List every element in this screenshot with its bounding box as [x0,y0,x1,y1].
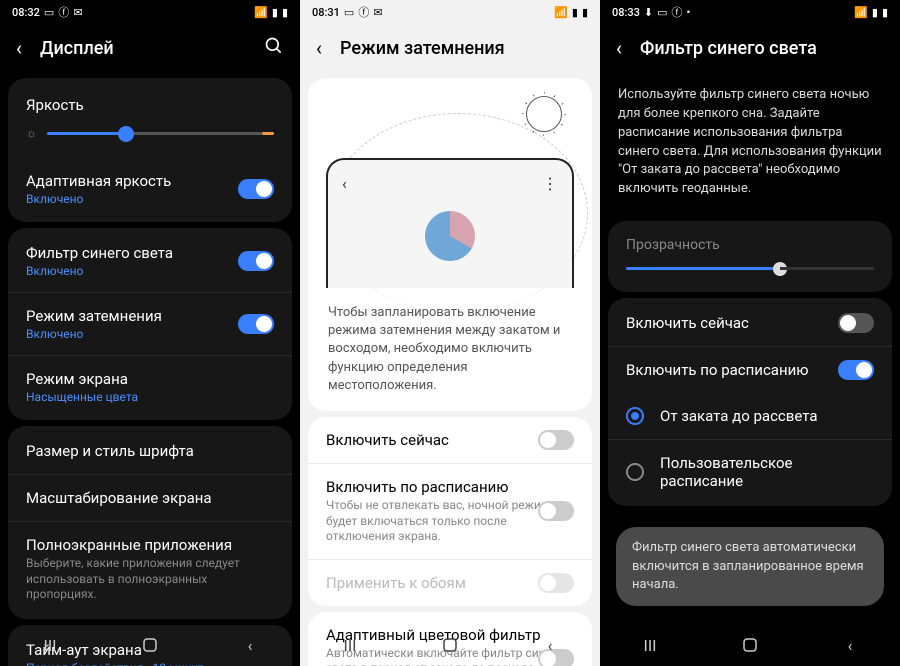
facebook-icon: ⓕ [358,4,369,20]
screen-mode-row[interactable]: Режим экрана Насыщенные цвета [8,355,292,418]
messenger-icon: ✉ [73,6,82,19]
signal-icon: ▮ [572,6,578,19]
description: Используйте фильтр синего света ночью дл… [600,72,900,215]
facebook-icon: ⓕ [58,4,69,20]
enable-schedule-toggle[interactable] [538,501,574,521]
adaptive-brightness-toggle[interactable] [238,179,274,199]
nav-recents[interactable]: III [40,635,60,655]
schedule-card: Включить сейчас Включить по расписанию О… [608,298,892,506]
text-card: Размер и стиль шрифта Масштабирование эк… [8,426,292,619]
status-bar: 08:32 ▭ ⓕ ✉ 📶 ▮ ▮ [0,0,300,24]
status-bar: 08:31 ▭ ⓕ ✉ 📶 ▮ ▮ [300,0,600,24]
enable-now-row[interactable]: Включить сейчас [608,300,892,346]
blue-filter-toggle[interactable] [238,251,274,271]
wifi-icon: 📶 [854,6,868,19]
notif-icon: ▭ [344,6,354,19]
header: ‹ Дисплей [0,24,300,72]
apply-wallpaper-row: Применить к обоям [308,559,592,606]
apply-wallpaper-toggle [538,573,574,593]
enable-schedule-toggle[interactable] [838,360,874,380]
brightness-card: Яркость ☼ Адаптивная яркость Включено [8,78,292,222]
nav-home[interactable] [440,635,460,655]
status-time: 08:32 [12,6,40,19]
display-modes-card: Фильтр синего света Включено Режим затем… [8,228,292,420]
radio-sunset[interactable] [626,407,644,425]
preview-back-icon: ‹ [342,174,347,193]
back-icon[interactable]: ‹ [616,36,622,60]
signal-icon: ▮ [272,6,278,19]
zoom-row[interactable]: Масштабирование экрана [8,474,292,521]
enable-now-toggle[interactable] [538,430,574,450]
enable-schedule-row[interactable]: Включить по расписанию [608,346,892,393]
radio-sunset-row[interactable]: От заката до рассвета [608,393,892,439]
sun-icon [526,96,562,132]
phone-preview: ‹ ⋮ [326,158,574,288]
brightness-label: Яркость [26,96,274,114]
nav-home[interactable] [740,635,760,655]
nav-recents[interactable]: III [640,635,660,655]
nav-back[interactable]: ‹ [840,635,860,655]
battery-icon: ▮ [882,6,888,19]
toast: Фильтр синего света автоматически включи… [616,527,884,606]
back-icon[interactable]: ‹ [16,36,22,60]
toggles-card: Включить сейчас Включить по расписанию Ч… [308,417,592,606]
opacity-slider[interactable] [626,267,874,270]
nav-back[interactable]: ‹ [540,635,560,655]
sun-dim-icon: ☼ [26,126,37,140]
notif-icon: ▭ [44,6,54,19]
pie-chart-icon [425,211,475,261]
notif-icon: ▭ [657,6,667,19]
nav-bar: III ‹ [600,624,900,666]
panel-blue-filter: 08:33 ⬇ ▭ ⓕ • 📶 ▮ ▮ ‹ Фильтр синего свет… [600,0,900,666]
page-title: Дисплей [40,38,246,59]
nav-home[interactable] [140,635,160,655]
fullscreen-row[interactable]: Полноэкранные приложения Выберите, какие… [8,521,292,617]
messenger-icon: ✉ [373,6,382,19]
status-time: 08:33 [612,6,640,19]
header: ‹ Режим затемнения [300,24,600,72]
search-icon[interactable] [264,36,284,60]
nav-bar: III ‹ [0,624,300,666]
blue-filter-row[interactable]: Фильтр синего света Включено [8,230,292,292]
page-title: Режим затемнения [340,38,584,59]
enable-now-row[interactable]: Включить сейчас [308,417,592,463]
status-bar: 08:33 ⬇ ▭ ⓕ • 📶 ▮ ▮ [600,0,900,24]
illustration-card: ‹ ⋮ Чтобы запланировать включение режима… [308,78,592,411]
preview-more-icon: ⋮ [542,174,558,193]
status-time: 08:31 [312,6,340,19]
panel-display: 08:32 ▭ ⓕ ✉ 📶 ▮ ▮ ‹ Дисплей Яркость ☼ [0,0,300,666]
radio-custom-row[interactable]: Пользовательское расписание [608,439,892,504]
panel-dark-mode: 08:31 ▭ ⓕ ✉ 📶 ▮ ▮ ‹ Режим затемнения ‹ [300,0,600,666]
dark-mode-row[interactable]: Режим затемнения Включено [8,292,292,355]
nav-recents[interactable]: III [340,635,360,655]
brightness-slider[interactable]: ☼ [26,126,274,140]
opacity-label: Прозрачность [626,237,874,253]
wifi-icon: 📶 [254,6,268,19]
battery-icon: ▮ [282,6,288,19]
page-title: Фильтр синего света [640,38,884,59]
opacity-card: Прозрачность [608,221,892,292]
wifi-icon: 📶 [554,6,568,19]
dark-mode-toggle[interactable] [238,314,274,334]
radio-custom[interactable] [626,463,644,481]
facebook-icon: ⓕ [672,4,683,20]
enable-schedule-row[interactable]: Включить по расписанию Чтобы не отвлекат… [308,463,592,559]
font-row[interactable]: Размер и стиль шрифта [8,428,292,474]
signal-icon: ▮ [872,6,878,19]
nav-back[interactable]: ‹ [240,635,260,655]
enable-now-toggle[interactable] [838,313,874,333]
adaptive-brightness-row[interactable]: Адаптивная яркость Включено [8,158,292,220]
back-icon[interactable]: ‹ [316,36,322,60]
header: ‹ Фильтр синего света [600,24,900,72]
more-icon: • [687,6,691,19]
battery-icon: ▮ [582,6,588,19]
nav-bar: III ‹ [300,624,600,666]
download-icon: ⬇ [644,6,653,19]
